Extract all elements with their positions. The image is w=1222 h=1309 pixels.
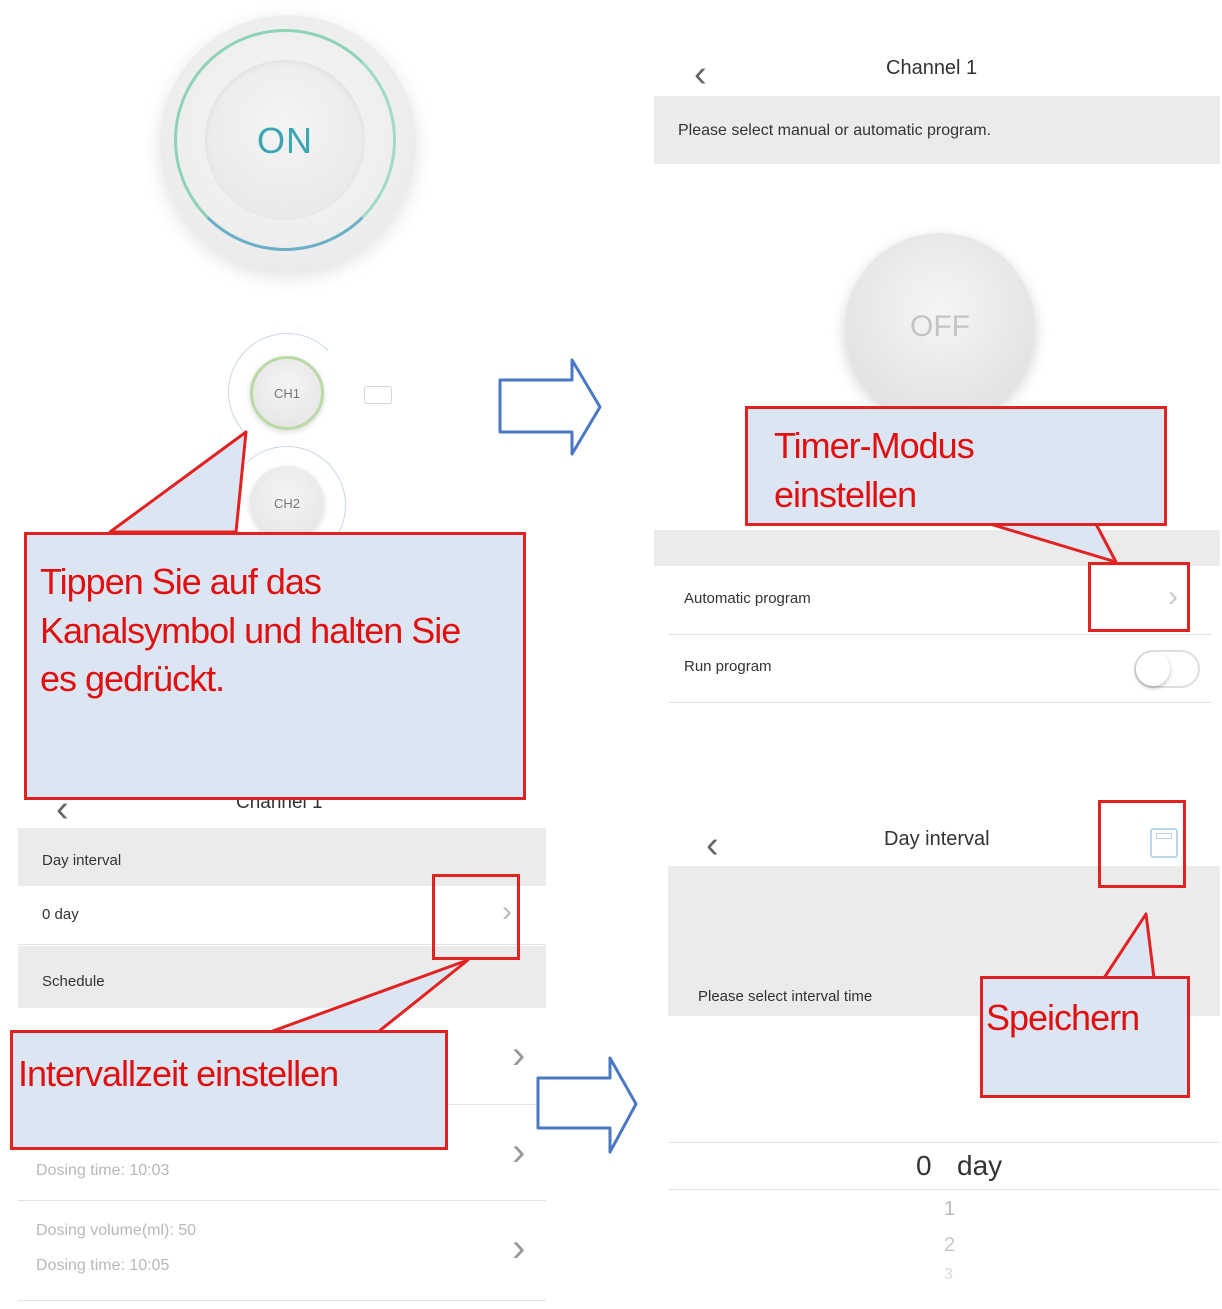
flow-arrow-top (498, 358, 602, 456)
highlight-day-interval-chevron (432, 874, 520, 960)
highlight-save-icon (1098, 800, 1186, 888)
highlight-automatic-program-chevron (1088, 562, 1190, 632)
callout-tail-timer (988, 522, 1118, 564)
callout-timer-mode-text: Timer-Modus einstellen (774, 425, 975, 515)
callout-tail-save (1102, 912, 1156, 980)
callout-tail-interval (268, 958, 470, 1034)
callout-save-text: Speichern (986, 997, 1140, 1038)
callout-interval-time-text: Intervallzeit einstellen (18, 1053, 339, 1094)
callout-hold-channel-text: Tippen Sie auf das Kanalsymbol und halte… (40, 561, 461, 700)
flow-arrow-bottom (536, 1056, 638, 1154)
callout-tail-hold (108, 430, 248, 534)
